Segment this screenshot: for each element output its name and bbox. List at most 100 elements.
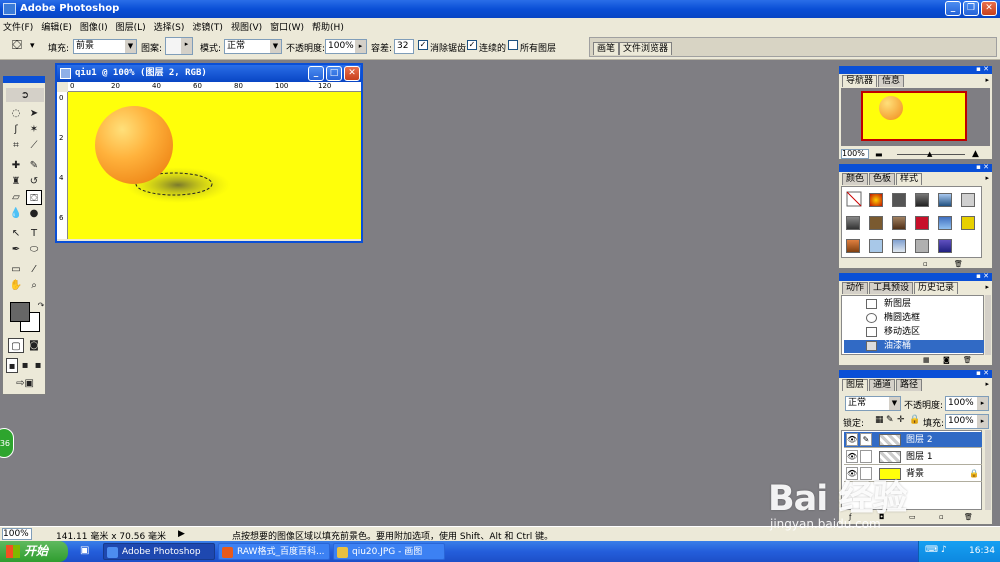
style-swatch[interactable]	[869, 216, 883, 230]
tab-styles[interactable]: 样式	[896, 173, 923, 185]
mode-select[interactable]: 正常 ▼	[224, 39, 282, 54]
adobe-online-icon[interactable]: ➲	[6, 88, 44, 102]
menu-help[interactable]: 帮助(H)	[312, 20, 344, 33]
style-swatch[interactable]	[961, 216, 975, 230]
close-button[interactable]: ✕	[981, 1, 997, 16]
volume-icon[interactable]: ♪	[941, 545, 947, 555]
pattern-picker[interactable]: ▸	[165, 37, 193, 55]
layer-row[interactable]: 👁 图层 1	[844, 449, 982, 465]
tab-navigator[interactable]: 导航器	[842, 75, 878, 87]
menu-image[interactable]: 图像(I)	[80, 20, 108, 33]
history-brush-icon[interactable]: ↺	[26, 174, 42, 189]
tab-info[interactable]: 信息	[878, 75, 905, 87]
move-tool-icon[interactable]: ➤	[26, 106, 42, 121]
panel-menu-icon[interactable]: ▸	[985, 76, 989, 84]
navigator-preview[interactable]	[841, 88, 990, 146]
new-snapshot-icon[interactable]: ▦	[923, 356, 930, 364]
panel-menu-icon[interactable]: ▸	[985, 174, 989, 182]
tab-channels[interactable]: 通道	[869, 379, 896, 391]
style-swatch[interactable]	[915, 193, 929, 207]
screen-mode-menubar-icon[interactable]: ▪	[19, 358, 31, 373]
history-scrollbar[interactable]	[985, 295, 991, 355]
delete-layer-icon[interactable]: 🗑	[964, 513, 973, 521]
navigator-view-box[interactable]	[861, 91, 967, 141]
layer-opacity-input[interactable]: 100% ▸	[945, 396, 989, 411]
clock[interactable]: 16:34	[969, 546, 995, 556]
lock-transparency-icon[interactable]: ▦	[875, 415, 884, 425]
doc-maximize-button[interactable]: □	[326, 66, 342, 81]
eraser-tool-icon[interactable]: ▱	[8, 190, 24, 205]
well-tab-brushes[interactable]: 画笔	[593, 42, 620, 55]
dodge-tool-icon[interactable]: ●	[26, 206, 42, 221]
task-browser[interactable]: RAW格式_百度百科...	[218, 543, 330, 560]
tab-actions[interactable]: 动作	[842, 282, 869, 294]
lock-move-icon[interactable]: ✛	[897, 415, 905, 425]
style-swatch[interactable]	[846, 239, 860, 253]
lock-brush-icon[interactable]: ✎	[886, 415, 894, 425]
fill-select[interactable]: 前景 ▼	[73, 39, 137, 54]
blend-mode-select[interactable]: 正常 ▼	[845, 396, 901, 411]
blur-tool-icon[interactable]: 💧	[8, 206, 24, 221]
navigator-zoom-input[interactable]: 100%	[841, 149, 869, 159]
zoom-in-icon[interactable]: ▲	[972, 149, 979, 159]
panel-menu-icon[interactable]: ▸	[985, 283, 989, 291]
antialias-checkbox[interactable]: ✓	[418, 40, 428, 50]
brush-tool-icon[interactable]: ✎	[26, 158, 42, 173]
tool-preset-arrow-icon[interactable]: ▾	[30, 41, 35, 51]
tab-history[interactable]: 历史记录	[914, 282, 959, 294]
style-swatch[interactable]	[892, 216, 906, 230]
panel-header[interactable]: ▪ ✕	[839, 272, 992, 281]
pen-tool-icon[interactable]: ✒	[8, 242, 24, 257]
type-tool-icon[interactable]: T	[26, 226, 42, 241]
all-layers-checkbox[interactable]	[508, 40, 518, 50]
notes-tool-icon[interactable]: ▭	[8, 262, 24, 277]
history-item[interactable]: 新图层	[844, 298, 984, 311]
style-swatch[interactable]	[938, 216, 952, 230]
menu-select[interactable]: 选择(S)	[154, 20, 185, 33]
tab-color[interactable]: 颜色	[842, 173, 869, 185]
history-item[interactable]: 椭圆选框	[844, 312, 984, 325]
paint-bucket-icon[interactable]: ⛋	[12, 38, 22, 53]
side-badge[interactable]: 36	[0, 428, 14, 458]
layers-scrollbar[interactable]	[985, 430, 991, 510]
standard-mode-icon[interactable]: ▢	[8, 338, 24, 353]
eyedropper-tool-icon[interactable]: ⁄	[26, 262, 42, 277]
quick-launch-icon[interactable]: ▣	[80, 545, 89, 556]
style-swatch[interactable]	[938, 193, 952, 207]
style-swatch[interactable]	[869, 193, 883, 207]
style-swatch[interactable]	[892, 193, 906, 207]
style-swatch[interactable]	[892, 239, 906, 253]
style-swatch[interactable]	[961, 193, 975, 207]
style-swatch[interactable]	[869, 239, 883, 253]
trash-icon[interactable]: 🗑	[963, 356, 972, 364]
paint-bucket-tool-icon[interactable]: ⛋	[26, 190, 42, 205]
panel-header[interactable]: ▪ ✕	[839, 65, 992, 74]
style-swatch[interactable]	[915, 216, 929, 230]
start-button[interactable]: 开始	[0, 541, 68, 562]
toolbox-header[interactable]	[3, 76, 45, 83]
shape-tool-icon[interactable]: ⬭	[26, 242, 42, 257]
zoom-slider-thumb[interactable]: ▲	[927, 150, 932, 158]
tolerance-input[interactable]: 32	[394, 39, 414, 54]
tab-layers[interactable]: 图层	[842, 379, 869, 391]
menu-file[interactable]: 文件(F)	[3, 20, 33, 33]
menu-edit[interactable]: 编辑(E)	[41, 20, 72, 33]
menu-filter[interactable]: 滤镜(T)	[192, 20, 223, 33]
opacity-input[interactable]: 100% ▸	[325, 39, 367, 54]
tab-paths[interactable]: 路径	[896, 379, 923, 391]
swap-colors-icon[interactable]: ↷	[33, 298, 49, 313]
style-swatch[interactable]	[846, 216, 860, 230]
slice-tool-icon[interactable]: ⟋	[26, 138, 42, 153]
layer-fill-input[interactable]: 100% ▸	[945, 414, 989, 429]
new-set-icon[interactable]: ▭	[909, 513, 916, 521]
panel-menu-icon[interactable]: ▸	[985, 380, 989, 388]
history-item[interactable]: 移动选区	[844, 326, 984, 339]
image-canvas[interactable]	[68, 92, 361, 239]
hand-tool-icon[interactable]: ✋	[8, 278, 24, 293]
marquee-tool-icon[interactable]: ◌	[8, 106, 24, 121]
restore-button[interactable]: ❐	[963, 1, 979, 16]
panel-header[interactable]: ▪ ✕	[839, 369, 992, 378]
clone-stamp-icon[interactable]: ♜	[8, 174, 24, 189]
menu-view[interactable]: 视图(V)	[231, 20, 262, 33]
zoom-out-icon[interactable]: ▬	[875, 150, 883, 159]
